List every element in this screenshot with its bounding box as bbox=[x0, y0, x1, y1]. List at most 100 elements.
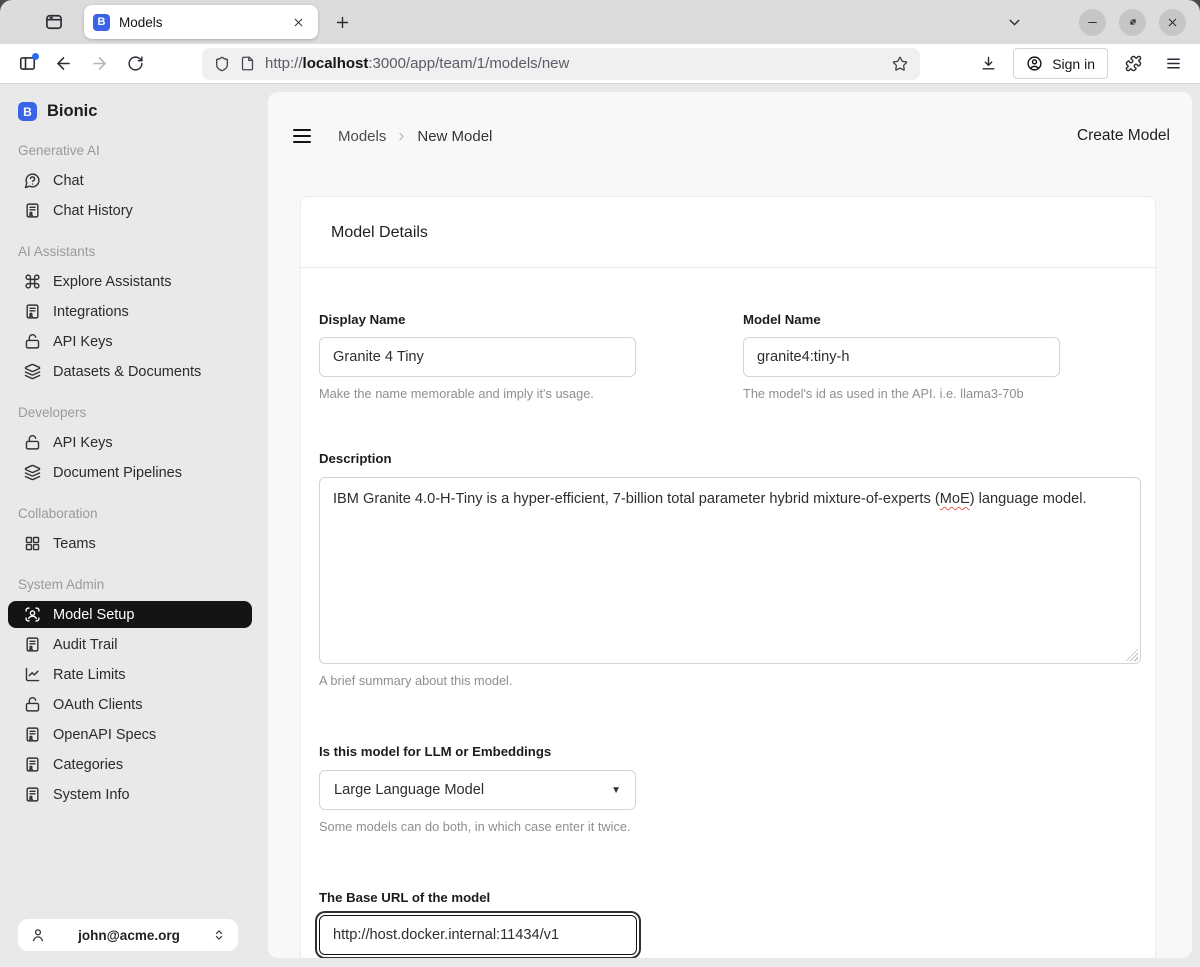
brand-name: Bionic bbox=[47, 102, 97, 121]
model-type-hint: Some models can do both, in which case e… bbox=[319, 819, 1137, 834]
tab-strip: B Models bbox=[0, 0, 1200, 44]
user-menu[interactable]: john@acme.org bbox=[18, 919, 238, 951]
lock-open-icon bbox=[24, 696, 41, 713]
sidebar-item-label: Chat bbox=[53, 173, 84, 189]
new-tab-button[interactable] bbox=[327, 7, 357, 37]
command-icon bbox=[24, 273, 41, 290]
display-name-hint: Make the name memorable and imply it's u… bbox=[319, 386, 636, 401]
user-scan-icon bbox=[24, 606, 41, 623]
page-info-icon[interactable] bbox=[240, 56, 255, 71]
chat-bubble-question-icon bbox=[24, 172, 41, 189]
sidebar-item-chat-history[interactable]: Chat History bbox=[14, 197, 246, 224]
sidebar-item-teams[interactable]: Teams bbox=[14, 530, 246, 557]
sidebar-item-audit-trail[interactable]: Audit Trail bbox=[14, 631, 246, 658]
document-icon bbox=[24, 303, 41, 320]
tab-close-button[interactable] bbox=[287, 11, 309, 33]
close-icon bbox=[1166, 16, 1179, 29]
display-name-field-group: Display Name Make the name memorable and… bbox=[319, 312, 636, 401]
sidebar-item-document-pipelines[interactable]: Document Pipelines bbox=[14, 459, 246, 486]
downloads-button[interactable] bbox=[973, 49, 1003, 79]
user-icon bbox=[30, 927, 46, 943]
menu-button[interactable] bbox=[288, 122, 316, 150]
sidebar-item-label: Chat History bbox=[53, 203, 133, 219]
account-icon bbox=[1026, 55, 1043, 72]
sidebar-item-label: Datasets & Documents bbox=[53, 364, 201, 380]
base-url-label: The Base URL of the model bbox=[319, 890, 1137, 905]
url-bar[interactable]: http://localhost:3000/app/team/1/models/… bbox=[202, 48, 920, 80]
layers-icon bbox=[24, 363, 41, 380]
forward-button[interactable] bbox=[84, 49, 114, 79]
list-tabs-button[interactable] bbox=[1000, 8, 1028, 36]
model-type-selected-value: Large Language Model bbox=[334, 782, 484, 798]
grid-icon bbox=[24, 535, 41, 552]
sidebar-item-oauth-clients[interactable]: OAuth Clients bbox=[14, 691, 246, 718]
sidebar-item-rate-limits[interactable]: Rate Limits bbox=[14, 661, 246, 688]
signin-button[interactable]: Sign in bbox=[1013, 48, 1108, 79]
extensions-button[interactable] bbox=[1118, 49, 1148, 79]
firefox-view-button[interactable] bbox=[38, 6, 70, 38]
document-icon bbox=[24, 756, 41, 773]
sidebar-item-label: Integrations bbox=[53, 304, 129, 320]
notification-dot bbox=[32, 53, 39, 60]
close-icon bbox=[292, 16, 305, 29]
sidebar-item-label: Categories bbox=[53, 757, 123, 773]
puzzle-icon bbox=[1125, 55, 1142, 72]
minimize-button[interactable] bbox=[1079, 9, 1106, 36]
sidebar-item-chat[interactable]: Chat bbox=[14, 167, 246, 194]
lock-open-icon bbox=[24, 333, 41, 350]
breadcrumb-models[interactable]: Models bbox=[338, 128, 386, 145]
model-name-hint: The model's id as used in the API. i.e. … bbox=[743, 386, 1060, 401]
model-name-input[interactable] bbox=[743, 337, 1060, 377]
bookmark-star-icon[interactable] bbox=[892, 56, 908, 72]
reload-button[interactable] bbox=[120, 49, 150, 79]
restore-button[interactable] bbox=[1119, 9, 1146, 36]
description-textarea[interactable]: IBM Granite 4.0-H-Tiny is a hyper-effici… bbox=[319, 477, 1141, 664]
name-row: Display Name Make the name memorable and… bbox=[319, 312, 1137, 401]
display-name-input[interactable] bbox=[319, 337, 636, 377]
sidebar-item-label: Document Pipelines bbox=[53, 465, 182, 481]
browser-toolbar: http://localhost:3000/app/team/1/models/… bbox=[0, 44, 1200, 84]
main-panel: Models New Model Create Model Model Deta… bbox=[268, 92, 1192, 958]
document-icon bbox=[24, 636, 41, 653]
sidebar-toggle-button[interactable] bbox=[12, 49, 42, 79]
browser-window: B Models bbox=[0, 0, 1200, 967]
display-name-label: Display Name bbox=[319, 312, 636, 327]
close-window-button[interactable] bbox=[1159, 9, 1186, 36]
lock-open-icon bbox=[24, 434, 41, 451]
shield-icon[interactable] bbox=[214, 56, 230, 72]
create-model-button[interactable]: Create Model bbox=[1077, 127, 1170, 145]
firefox-view-icon bbox=[44, 12, 64, 32]
sidebar-item-integrations[interactable]: Integrations bbox=[14, 298, 246, 325]
user-email: john@acme.org bbox=[46, 928, 212, 943]
app-menu-button[interactable] bbox=[1158, 49, 1188, 79]
sidebar-item-dev-api-keys[interactable]: API Keys bbox=[14, 429, 246, 456]
plus-icon bbox=[334, 14, 351, 31]
spellcheck-marked-word: MoE bbox=[940, 491, 970, 507]
description-label: Description bbox=[319, 451, 1137, 466]
sidebar-item-label: OpenAPI Specs bbox=[53, 727, 156, 743]
sidebar-item-api-keys[interactable]: API Keys bbox=[14, 328, 246, 355]
sidebar-item-label: Explore Assistants bbox=[53, 274, 171, 290]
brand[interactable]: B Bionic bbox=[14, 100, 246, 123]
document-icon bbox=[24, 786, 41, 803]
model-type-field-group: Is this model for LLM or Embeddings Larg… bbox=[319, 744, 1137, 834]
minimize-icon bbox=[1086, 16, 1099, 29]
chevron-right-icon bbox=[395, 130, 408, 143]
sidebar-item-openapi-specs[interactable]: OpenAPI Specs bbox=[14, 721, 246, 748]
hamburger-icon bbox=[290, 124, 314, 148]
chevron-down-icon bbox=[1006, 14, 1023, 31]
restore-icon bbox=[1126, 15, 1140, 29]
sidebar-item-categories[interactable]: Categories bbox=[14, 751, 246, 778]
back-button[interactable] bbox=[48, 49, 78, 79]
base-url-input[interactable] bbox=[319, 915, 637, 955]
sidebar-item-explore-assistants[interactable]: Explore Assistants bbox=[14, 268, 246, 295]
download-icon bbox=[980, 55, 997, 72]
sidebar-item-model-setup[interactable]: Model Setup bbox=[8, 601, 252, 628]
model-form: Display Name Make the name memorable and… bbox=[301, 268, 1155, 958]
sidebar-item-system-info[interactable]: System Info bbox=[14, 781, 246, 808]
tab-favicon: B bbox=[93, 14, 110, 31]
model-type-select[interactable]: Large Language Model ▼ bbox=[319, 770, 636, 810]
browser-tab[interactable]: B Models bbox=[84, 5, 318, 39]
sidebar-item-datasets-documents[interactable]: Datasets & Documents bbox=[14, 358, 246, 385]
window-controls bbox=[1000, 8, 1186, 36]
